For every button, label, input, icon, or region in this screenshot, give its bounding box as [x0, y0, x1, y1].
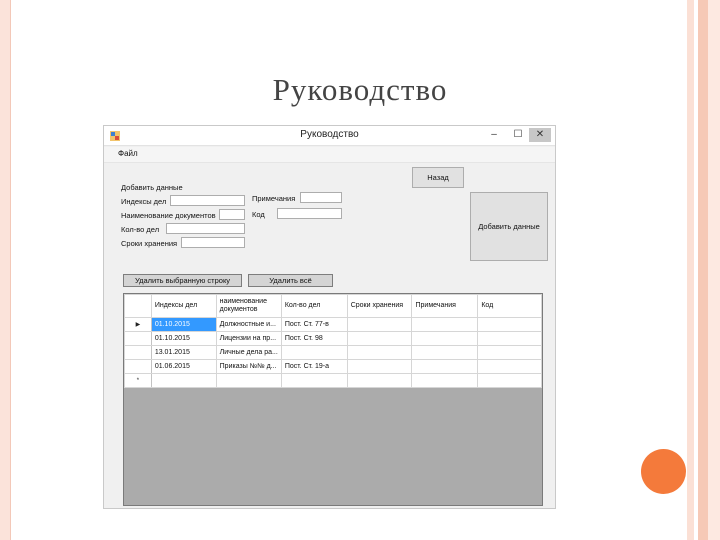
grid-cell[interactable]: Должностные и...	[215, 317, 282, 332]
count-label: Кол-во дел	[121, 225, 160, 234]
delete-selected-row-button[interactable]: Удалить выбранную строку	[123, 274, 242, 287]
table-row[interactable]: 01.10.2015 Лицензии на пр... Пост. Ст. 9…	[124, 331, 542, 346]
row-header-current[interactable]: ▶	[124, 317, 152, 332]
doc-name-label: Наименование документов	[121, 211, 216, 220]
code-label: Код	[252, 210, 265, 219]
menu-bar: Файл	[104, 147, 555, 163]
grid-cell[interactable]	[477, 345, 542, 360]
doc-name-field[interactable]	[219, 209, 245, 220]
storage-label: Сроки хранения	[121, 239, 178, 248]
close-button[interactable]: ✕	[529, 128, 551, 142]
table-row[interactable]: 13.01.2015 Личные дела ра...	[124, 345, 542, 360]
grid-cell[interactable]	[411, 331, 479, 346]
grid-cell[interactable]	[280, 345, 348, 360]
grid-cell[interactable]: Приказы №№ д...	[215, 359, 282, 374]
grid-cell[interactable]	[346, 317, 413, 332]
table-row-new[interactable]: *	[124, 373, 542, 388]
count-field[interactable]	[166, 223, 245, 234]
grid-cell[interactable]	[477, 317, 542, 332]
grid-cell[interactable]	[411, 345, 479, 360]
grid-cell[interactable]: Пост. Ст. 77-в	[280, 317, 348, 332]
code-field[interactable]	[277, 208, 342, 219]
grid-cell[interactable]	[346, 331, 413, 346]
grid-cell[interactable]	[411, 373, 479, 388]
grid-cell[interactable]	[477, 359, 542, 374]
grid-cell[interactable]	[411, 359, 479, 374]
minimize-button[interactable]: –	[483, 128, 505, 142]
grid-cell[interactable]: 01.06.2015	[150, 359, 217, 374]
grid-cell[interactable]: Пост. Ст. 98	[280, 331, 348, 346]
add-data-button[interactable]: Добавить данные	[470, 192, 548, 261]
row-header[interactable]	[124, 345, 152, 360]
delete-all-button[interactable]: Удалить всё	[248, 274, 333, 287]
storage-field[interactable]	[181, 237, 245, 248]
notes-label: Примечания	[252, 194, 296, 203]
column-header-notes[interactable]: Примечания	[411, 294, 479, 318]
grid-corner-cell[interactable]	[124, 294, 152, 318]
indices-label: Индексы дел	[121, 197, 167, 206]
grid-cell[interactable]	[150, 373, 217, 388]
grid-header-row: Индексы дел наименование документов Кол-…	[124, 294, 542, 318]
menu-file[interactable]: Файл	[118, 149, 138, 158]
grid-cell[interactable]: 13.01.2015	[150, 345, 217, 360]
column-header-indices[interactable]: Индексы дел	[150, 294, 217, 318]
grid-cell[interactable]: Пост. Ст. 19-а	[280, 359, 348, 374]
grid-cell[interactable]	[346, 373, 413, 388]
grid-cell[interactable]	[477, 373, 542, 388]
indices-field[interactable]	[170, 195, 245, 206]
slide-title: Руководство	[272, 72, 448, 107]
add-data-section-label: Добавить данные	[121, 183, 183, 192]
data-grid[interactable]: Индексы дел наименование документов Кол-…	[123, 293, 543, 506]
column-header-code[interactable]: Код	[477, 294, 542, 318]
table-row[interactable]: ▶ 01.10.2015 Должностные и... Пост. Ст. …	[124, 317, 542, 332]
grid-cell[interactable]	[215, 373, 282, 388]
grid-cell[interactable]	[280, 373, 348, 388]
table-row[interactable]: 01.06.2015 Приказы №№ д... Пост. Ст. 19-…	[124, 359, 542, 374]
grid-cell[interactable]: 01.10.2015	[150, 317, 217, 332]
row-header-new[interactable]: *	[124, 373, 152, 388]
title-bar[interactable]: Руководство – ☐ ✕	[104, 126, 555, 146]
back-button[interactable]: Назад	[412, 167, 464, 188]
column-header-count[interactable]: Кол-во дел	[280, 294, 348, 318]
row-header[interactable]	[124, 331, 152, 346]
grid-cell[interactable]: 01.10.2015	[150, 331, 217, 346]
grid-table: Индексы дел наименование документов Кол-…	[124, 294, 542, 388]
column-header-storage[interactable]: Сроки хранения	[346, 294, 413, 318]
column-header-doc-name[interactable]: наименование документов	[215, 294, 282, 318]
grid-cell[interactable]	[346, 359, 413, 374]
grid-cell[interactable]: Личные дела ра...	[215, 345, 282, 360]
grid-cell[interactable]	[346, 345, 413, 360]
row-header[interactable]	[124, 359, 152, 374]
grid-cell[interactable]	[411, 317, 479, 332]
notes-field[interactable]	[300, 192, 342, 203]
grid-cell[interactable]: Лицензии на пр...	[215, 331, 282, 346]
maximize-button[interactable]: ☐	[507, 128, 529, 142]
orange-circle-decor	[641, 449, 686, 494]
app-window: Руководство – ☐ ✕ Файл Добавить данные И…	[103, 125, 556, 509]
grid-cell[interactable]	[477, 331, 542, 346]
